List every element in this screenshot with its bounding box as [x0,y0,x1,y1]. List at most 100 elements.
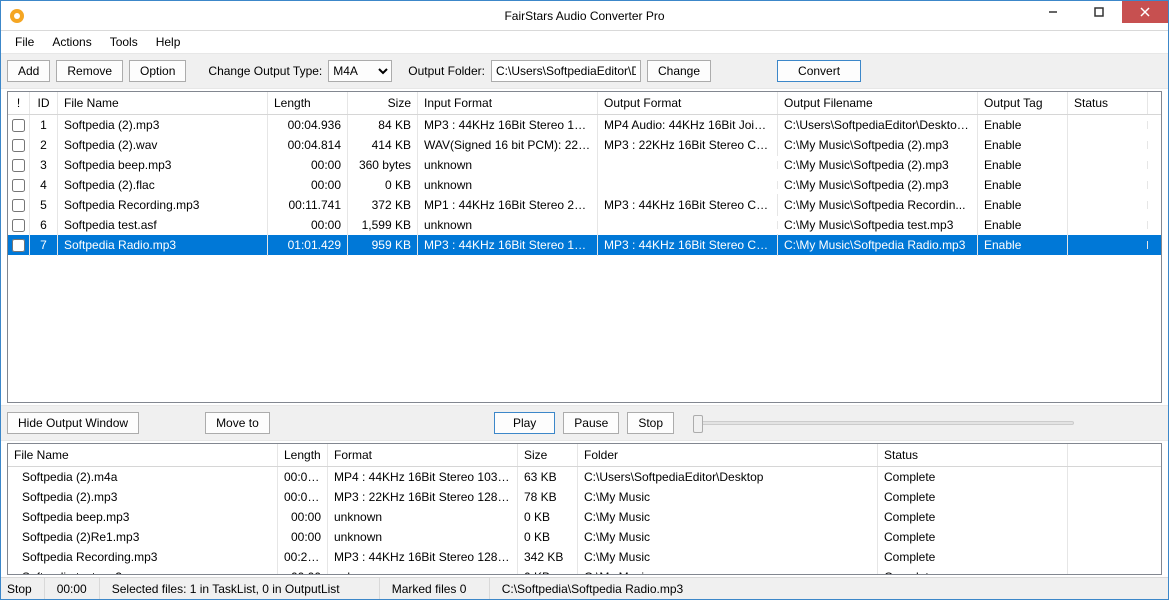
row-outfile: C:\Users\SoftpediaEditor\Desktop... [778,115,978,136]
col-filename[interactable]: File Name [58,92,268,114]
menu-actions[interactable]: Actions [44,33,99,51]
col-tag[interactable]: Output Tag [978,92,1068,114]
col-output[interactable]: Output Format [598,92,778,114]
app-icon [9,8,25,24]
list-item[interactable]: Softpedia test.mp300:00unknown0 KBC:\My … [8,567,1161,574]
row-id: 5 [30,194,58,216]
menu-help[interactable]: Help [148,33,189,51]
out-format: unknown [328,506,518,528]
row-checkbox[interactable] [8,115,30,136]
output-body[interactable]: Softpedia (2).m4a00:04...MP4 : 44KHz 16B… [8,467,1161,574]
list-item[interactable]: Softpedia (2).mp300:04...MP3 : 22KHz 16B… [8,487,1161,507]
row-filename: Softpedia Recording.mp3 [58,194,268,216]
col-status[interactable]: Status [1068,92,1148,114]
list-item[interactable]: Softpedia (2)Re1.mp300:00unknown0 KBC:\M… [8,527,1161,547]
row-outfile: C:\My Music\Softpedia test.mp3 [778,214,978,236]
row-size: 414 KB [348,134,418,156]
row-tag: Enable [978,174,1068,196]
menu-file[interactable]: File [7,33,42,51]
output-type-select[interactable]: M4A [328,60,392,82]
row-size: 84 KB [348,115,418,136]
row-status [1068,161,1148,169]
out-col-status[interactable]: Status [878,444,1068,466]
out-col-folder[interactable]: Folder [578,444,878,466]
row-length: 00:00 [268,214,348,236]
col-mark[interactable]: ! [8,92,30,114]
out-folder: C:\My Music [578,486,878,508]
table-row[interactable]: 4Softpedia (2).flac00:000 KBunknownC:\My… [8,175,1161,195]
table-row[interactable]: 2Softpedia (2).wav00:04.814414 KBWAV(Sig… [8,135,1161,155]
col-size[interactable]: Size [348,92,418,114]
remove-button[interactable]: Remove [56,60,123,82]
output-folder-input[interactable] [491,60,641,82]
row-size: 1,599 KB [348,214,418,236]
stop-button[interactable]: Stop [627,412,674,434]
row-filename: Softpedia Radio.mp3 [58,234,268,256]
row-id: 1 [30,115,58,136]
status-path: C:\Softpedia\Softpedia Radio.mp3 [490,578,1162,599]
out-size: 342 KB [518,546,578,568]
out-format: MP3 : 22KHz 16Bit Stereo 128K... [328,486,518,508]
row-id: 2 [30,134,58,156]
row-checkbox[interactable] [8,155,30,176]
row-tag: Enable [978,115,1068,136]
out-col-length[interactable]: Length [278,444,328,466]
out-folder: C:\My Music [578,546,878,568]
menu-tools[interactable]: Tools [102,33,146,51]
col-outfile[interactable]: Output Filename [778,92,978,114]
table-row[interactable]: 5Softpedia Recording.mp300:11.741372 KBM… [8,195,1161,215]
slider-thumb[interactable] [693,415,703,433]
row-id: 7 [30,234,58,256]
row-outfile: C:\My Music\Softpedia Radio.mp3 [778,234,978,256]
col-id[interactable]: ID [30,92,58,114]
task-body[interactable]: 1Softpedia (2).mp300:04.93684 KBMP3 : 44… [8,115,1161,402]
close-button[interactable] [1122,1,1168,23]
out-col-size[interactable]: Size [518,444,578,466]
list-item[interactable]: Softpedia beep.mp300:00unknown0 KBC:\My … [8,507,1161,527]
row-status [1068,181,1148,189]
playback-slider[interactable] [694,421,1074,425]
list-item[interactable]: Softpedia (2).m4a00:04...MP4 : 44KHz 16B… [8,467,1161,487]
minimize-button[interactable] [1030,1,1076,23]
table-row[interactable]: 7Softpedia Radio.mp301:01.429959 KBMP3 :… [8,235,1161,255]
hide-output-button[interactable]: Hide Output Window [7,412,139,434]
output-header: File Name Length Format Size Folder Stat… [8,444,1161,467]
row-checkbox[interactable] [8,175,30,196]
statusbar: Stop 00:00 Selected files: 1 in TaskList… [1,577,1168,599]
row-outfile: C:\My Music\Softpedia (2).mp3 [778,134,978,156]
convert-button[interactable]: Convert [777,60,861,82]
row-output: MP3 : 44KHz 16Bit Stereo CBR ... [598,194,778,216]
task-header: ! ID File Name Length Size Input Format … [8,92,1161,115]
table-row[interactable]: 6Softpedia test.asf00:001,599 KBunknownC… [8,215,1161,235]
out-status: Complete [878,566,1068,574]
table-row[interactable]: 1Softpedia (2).mp300:04.93684 KBMP3 : 44… [8,115,1161,135]
out-size: 63 KB [518,467,578,488]
row-input: MP3 : 44KHz 16Bit Stereo 140K... [418,115,598,136]
maximize-button[interactable] [1076,1,1122,23]
row-checkbox[interactable] [8,135,30,156]
row-input: MP1 : 44KHz 16Bit Stereo 260K... [418,194,598,216]
out-col-filename[interactable]: File Name [8,444,278,466]
play-button[interactable]: Play [494,412,555,434]
move-to-button[interactable]: Move to [205,412,270,434]
table-row[interactable]: 3Softpedia beep.mp300:00360 bytesunknown… [8,155,1161,175]
row-size: 0 KB [348,174,418,196]
out-status: Complete [878,467,1068,488]
add-button[interactable]: Add [7,60,50,82]
row-checkbox[interactable] [8,215,30,236]
row-checkbox[interactable] [8,235,30,256]
col-length[interactable]: Length [268,92,348,114]
list-item[interactable]: Softpedia Recording.mp300:21...MP3 : 44K… [8,547,1161,567]
titlebar: FairStars Audio Converter Pro [1,1,1168,31]
option-button[interactable]: Option [129,60,186,82]
out-col-format[interactable]: Format [328,444,518,466]
pause-button[interactable]: Pause [563,412,619,434]
toolbar: Add Remove Option Change Output Type: M4… [1,53,1168,89]
row-status [1068,141,1148,149]
out-filename: Softpedia (2).m4a [8,467,278,488]
out-format: unknown [328,566,518,574]
change-folder-button[interactable]: Change [647,60,711,82]
row-checkbox[interactable] [8,195,30,216]
row-input: unknown [418,214,598,236]
col-input[interactable]: Input Format [418,92,598,114]
